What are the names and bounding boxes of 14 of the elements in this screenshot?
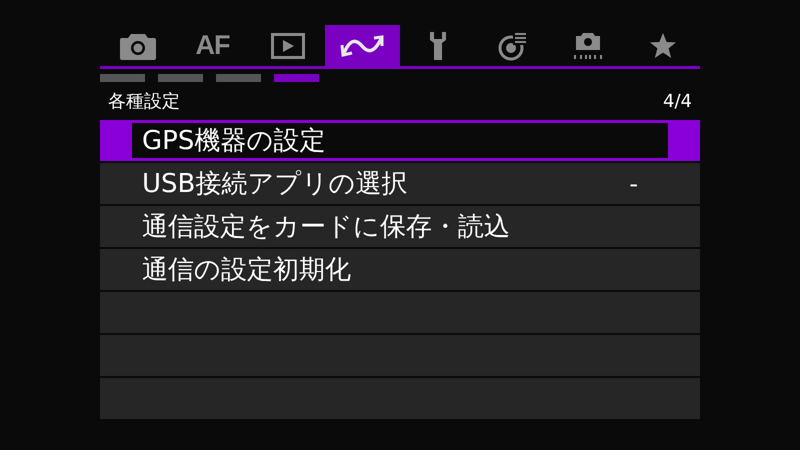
menu-item[interactable]: 通信設定をカードに保存・読込	[100, 206, 700, 247]
page-number: 4/4	[663, 90, 692, 112]
menu-item[interactable]: 通信の設定初期化	[100, 249, 700, 290]
section-title: 各種設定	[108, 90, 180, 113]
menu-item[interactable]: GPS機器の設定	[100, 120, 700, 161]
camera-dots-icon	[572, 30, 604, 60]
camera-icon	[120, 32, 156, 60]
menu-item[interactable]: USB接続アプリの選択 -	[100, 163, 700, 204]
gauge-list-icon	[498, 30, 528, 60]
star-icon	[648, 32, 676, 60]
play-icon	[270, 32, 304, 58]
wave-arrows-icon	[340, 32, 386, 58]
menu-tab[interactable]	[325, 25, 400, 66]
menu-tab[interactable]: AF	[175, 25, 250, 66]
